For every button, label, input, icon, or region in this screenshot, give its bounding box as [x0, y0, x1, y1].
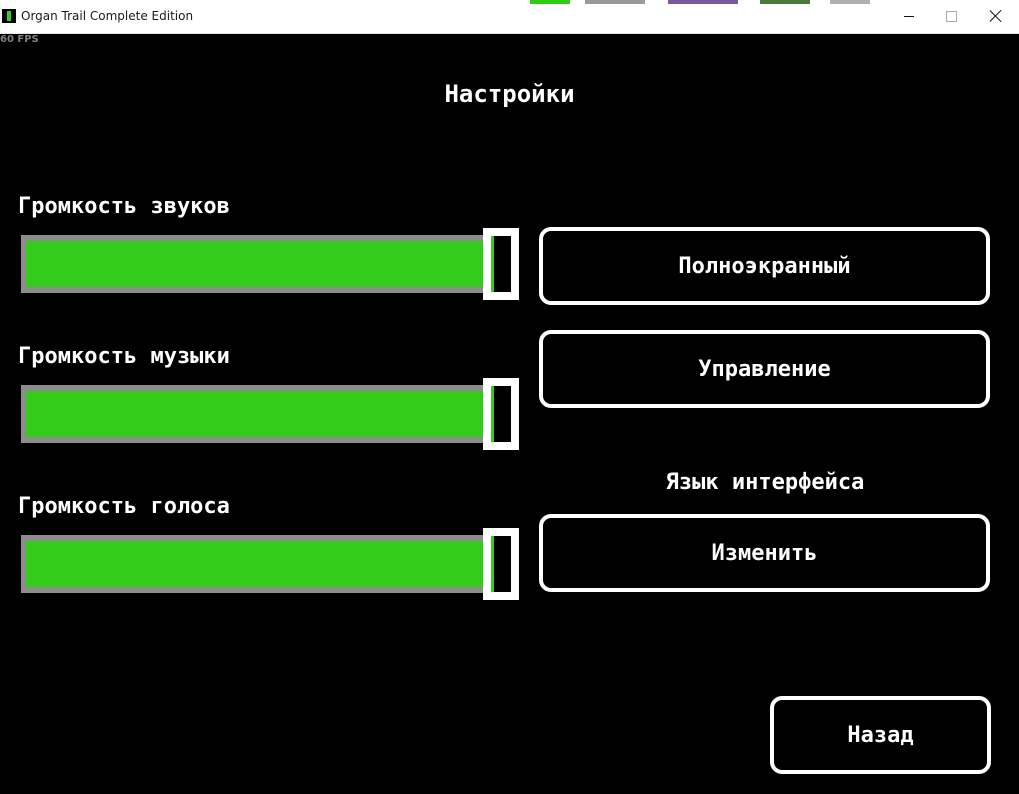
controls-button[interactable]: Управление — [539, 330, 990, 408]
voice-volume-handle[interactable] — [483, 528, 519, 600]
music-volume-handle[interactable] — [483, 378, 519, 450]
back-button[interactable]: Назад — [770, 696, 991, 774]
voice-volume-fill — [26, 541, 491, 587]
titlebar-decor — [668, 0, 738, 4]
fullscreen-button[interactable]: Полноэкранный — [539, 227, 990, 305]
titlebar-decor — [585, 0, 645, 4]
slider-handle-inner — [491, 536, 511, 592]
sound-volume-fill — [26, 241, 491, 287]
minimize-button[interactable] — [886, 0, 932, 32]
titlebar-decor — [760, 0, 810, 4]
change-language-button[interactable]: Изменить — [539, 514, 990, 592]
sound-volume-slider[interactable] — [21, 228, 519, 300]
slider-handle-inner — [491, 386, 511, 442]
maximize-button[interactable] — [928, 0, 974, 32]
sound-volume-label: Громкость звуков — [18, 194, 230, 219]
music-volume-fill — [26, 391, 491, 437]
minimize-icon — [904, 15, 914, 17]
slider-handle-inner — [491, 236, 511, 292]
sound-volume-handle[interactable] — [483, 228, 519, 300]
voice-volume-slider[interactable] — [21, 528, 519, 600]
maximize-icon — [945, 10, 957, 22]
app-icon — [2, 9, 16, 23]
language-label: Язык интерфейса — [665, 470, 865, 495]
titlebar-decor — [830, 0, 870, 4]
titlebar-decor — [530, 0, 570, 4]
fps-counter: 60 FPS — [0, 34, 39, 45]
music-volume-label: Громкость музыки — [18, 344, 230, 369]
page-title: Настройки — [444, 80, 575, 108]
voice-volume-label: Громкость голоса — [18, 494, 230, 519]
close-icon — [989, 9, 1003, 23]
window-titlebar: Organ Trail Complete Edition — [0, 0, 1019, 34]
close-button[interactable] — [973, 0, 1019, 32]
music-volume-slider[interactable] — [21, 378, 519, 450]
window-title: Organ Trail Complete Edition — [21, 9, 194, 23]
